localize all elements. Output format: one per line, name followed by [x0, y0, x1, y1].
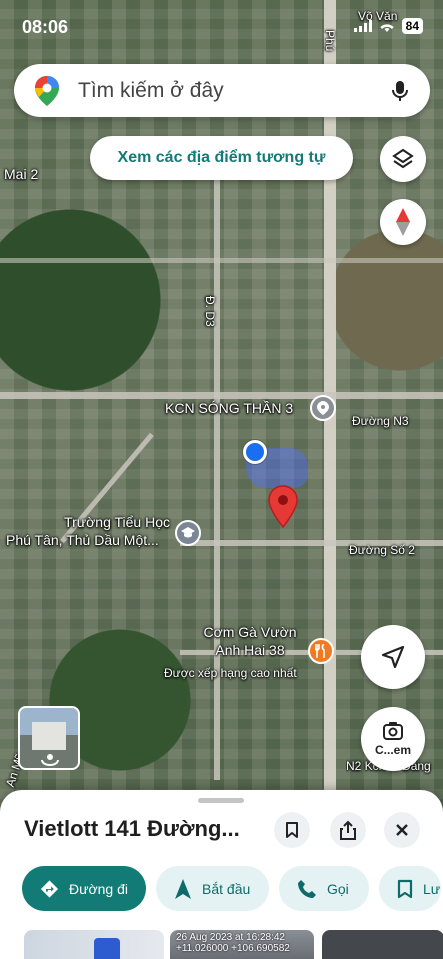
- label-top-rated: Được xếp hạng cao nhất: [164, 666, 297, 680]
- share-icon: [340, 820, 356, 840]
- lens-button[interactable]: C...em: [361, 707, 425, 771]
- start-label: Bắt đầu: [202, 880, 251, 897]
- label-d3: Đ. D3: [203, 296, 217, 327]
- close-icon: [396, 824, 408, 836]
- compass-icon: [396, 208, 410, 236]
- photo-thumbnail[interactable]: 26 Aug 2023 at 16:28:42 +11.026000 +106.…: [170, 930, 314, 959]
- photo-caption-line1: 26 Aug 2023 at 16:28:42: [176, 932, 285, 943]
- action-chips: Đường đi Bắt đầu Gọi Lưu: [22, 866, 441, 911]
- current-location-dot: [243, 440, 267, 464]
- photo-thumbnail[interactable]: [24, 930, 164, 959]
- directions-label: Đường đi: [68, 880, 128, 897]
- photo-caption-line2: +11.026000 +106.690582: [176, 943, 290, 954]
- status-bar: 08:06 84: [0, 0, 443, 56]
- road-d3: [214, 180, 220, 780]
- start-button[interactable]: Bắt đầu: [156, 866, 269, 911]
- road-n3: [0, 392, 443, 399]
- call-label: Gọi: [327, 880, 349, 897]
- restaurant-icon[interactable]: [308, 638, 334, 664]
- road-north: [0, 258, 443, 263]
- label-school-line1[interactable]: Trường Tiểu Học: [50, 514, 170, 531]
- street-view-building: [32, 722, 66, 750]
- place-title: Vietlott 141 Đường...: [24, 816, 240, 841]
- street-view-rotate-icon: [41, 754, 59, 766]
- label-com-line1[interactable]: Cơm Gà Vườn: [198, 624, 302, 641]
- maps-logo-icon: [35, 75, 59, 106]
- photo-logo: [94, 938, 120, 959]
- label-school-line2[interactable]: Phú Tân, Thủ Dầu Một...: [6, 532, 159, 549]
- share-button[interactable]: [330, 812, 366, 848]
- search-bar[interactable]: Tìm kiếm ở đây: [14, 64, 430, 117]
- search-input[interactable]: Tìm kiếm ở đây: [78, 79, 388, 103]
- directions-icon: [40, 879, 59, 898]
- wifi-icon: [379, 23, 394, 32]
- navigation-arrow-icon: [175, 878, 191, 899]
- save-label: Lưu: [423, 880, 441, 897]
- photo-strip[interactable]: 26 Aug 2023 at 16:28:42 +11.026000 +106.…: [24, 930, 443, 959]
- signal-icon: [353, 20, 372, 32]
- battery-level: 84: [401, 18, 423, 34]
- save-place-button[interactable]: [274, 812, 310, 848]
- microphone-icon[interactable]: [388, 79, 412, 103]
- my-location-button[interactable]: [361, 625, 425, 689]
- lens-button-label: C...em: [374, 743, 411, 757]
- label-kcn[interactable]: KCN SÓNG THẦN 3: [165, 400, 293, 417]
- camera-lens-icon: [383, 722, 403, 740]
- label-n3: Đường N3: [352, 414, 409, 428]
- call-button[interactable]: Gọi: [279, 866, 369, 911]
- close-button[interactable]: [384, 812, 420, 848]
- status-icons: 84: [353, 18, 423, 34]
- compass-button[interactable]: [380, 199, 426, 245]
- label-com-line2[interactable]: Anh Hai 38: [198, 642, 302, 659]
- bookmark-icon: [286, 822, 298, 838]
- sheet-drag-handle[interactable]: [198, 798, 244, 803]
- photo-thumbnail[interactable]: [322, 930, 443, 959]
- directions-button[interactable]: Đường đi: [22, 866, 146, 911]
- navigation-arrow-outline-icon: [381, 645, 405, 669]
- school-icon[interactable]: [175, 520, 201, 546]
- label-mai: Mai 2: [4, 166, 39, 182]
- layers-button[interactable]: [380, 136, 426, 182]
- place-pin-icon[interactable]: [266, 484, 300, 530]
- place-bottom-sheet[interactable]: Vietlott 141 Đường... Đường đi Bắt đầu G…: [0, 790, 443, 959]
- bookmark-icon: [397, 879, 413, 898]
- phone-icon: [298, 879, 316, 898]
- similar-places-button[interactable]: Xem các địa điểm tương tự: [90, 136, 353, 180]
- label-so2: Đường Số 2: [349, 543, 415, 557]
- save-button[interactable]: Lưu: [379, 866, 441, 911]
- street-view-thumbnail[interactable]: [18, 706, 80, 770]
- status-time: 08:06: [22, 17, 69, 37]
- industrial-park-icon[interactable]: [310, 395, 336, 421]
- layers-icon: [392, 148, 414, 169]
